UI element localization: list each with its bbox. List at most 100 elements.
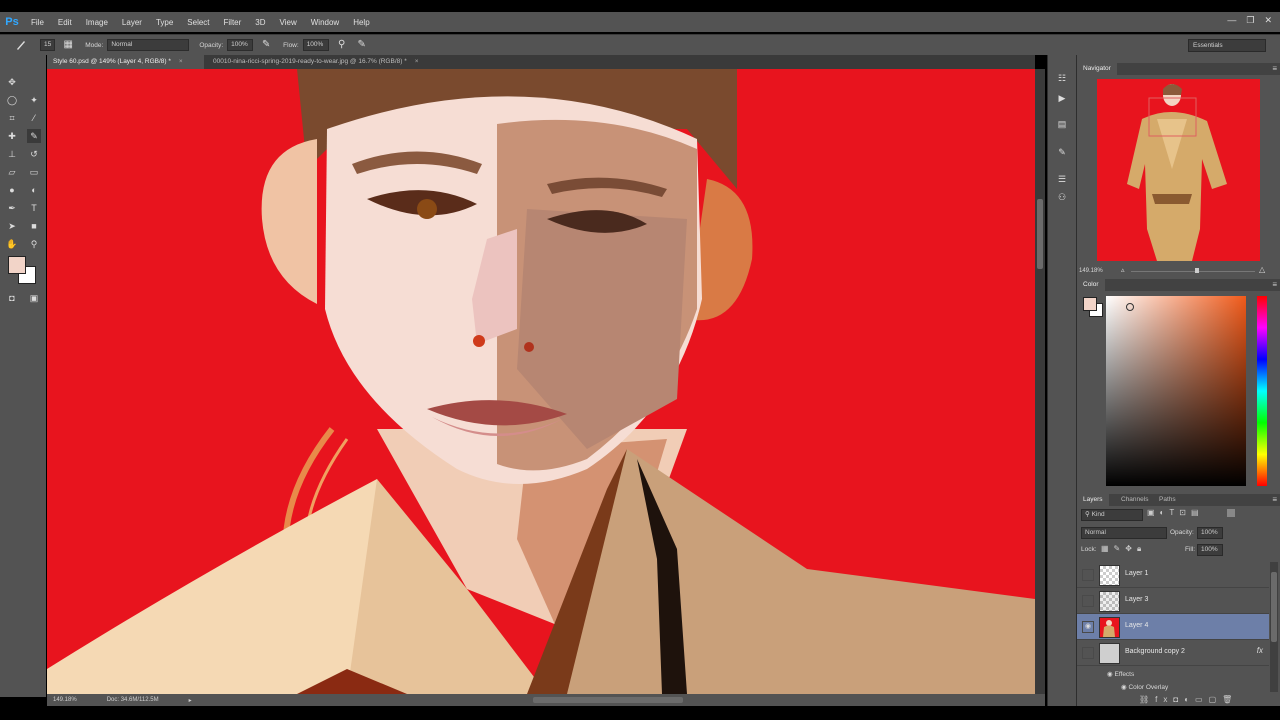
vertical-scroll-thumb[interactable] (1037, 199, 1043, 269)
brush-tool-icon[interactable] (14, 38, 28, 52)
foreground-color-swatch[interactable] (8, 256, 26, 274)
layers-scroll-thumb[interactable] (1271, 572, 1277, 642)
blur-tool-icon[interactable]: ● (5, 183, 19, 197)
eraser-tool-icon[interactable]: ▱ (5, 165, 19, 179)
gradient-tool-icon[interactable]: ▭ (27, 165, 41, 179)
menu-3d[interactable]: 3D (248, 18, 272, 27)
status-menu-arrow-icon[interactable]: ▸ (189, 697, 192, 704)
tab-paths[interactable]: Paths (1153, 494, 1182, 506)
menu-select[interactable]: Select (180, 18, 216, 27)
tab-style-60[interactable]: Style 60.psd @ 149% (Layer 4, RGB/8) * × (47, 55, 204, 69)
menu-window[interactable]: Window (304, 18, 346, 27)
menu-edit[interactable]: Edit (51, 18, 79, 27)
tab-reference-image[interactable]: 00010-nina-ricci-spring-2019-ready-to-we… (207, 55, 469, 69)
hand-tool-icon[interactable]: ✋ (5, 237, 19, 251)
brush-panel-icon[interactable]: ▦ (61, 38, 75, 52)
navigator-zoom-handle[interactable] (1195, 268, 1199, 273)
horizontal-scroll-thumb[interactable] (533, 697, 683, 703)
quick-mask-icon[interactable]: ◘ (5, 291, 19, 305)
tab-color[interactable]: Color (1077, 279, 1105, 291)
actions-panel-icon[interactable]: ▶ (1055, 91, 1069, 105)
healing-brush-tool-icon[interactable]: ✚ (5, 129, 19, 143)
color-overlay-row[interactable]: ◉ Color Overlay (1121, 683, 1168, 691)
restore-button[interactable]: ❐ (1246, 15, 1254, 26)
crop-tool-icon[interactable]: ⌗ (5, 111, 19, 125)
panel-menu-icon[interactable]: ≡ (1272, 63, 1277, 75)
visibility-toggle[interactable] (1082, 647, 1094, 659)
menu-layer[interactable]: Layer (115, 18, 149, 27)
menu-filter[interactable]: Filter (217, 18, 249, 27)
move-tool-icon[interactable]: ✥ (5, 75, 19, 89)
effects-row[interactable]: ◉ Effects (1107, 670, 1134, 678)
navigator-zoom-slider[interactable] (1131, 271, 1255, 272)
visibility-toggle[interactable] (1082, 595, 1094, 607)
tab-close-icon[interactable]: × (179, 58, 183, 65)
close-button[interactable]: ✕ (1264, 15, 1272, 26)
menu-view[interactable]: View (273, 18, 304, 27)
fill-field[interactable]: 100% (1197, 544, 1223, 556)
layer-row-layer-3[interactable]: Layer 3 (1077, 588, 1269, 614)
layer-row-layer-4[interactable]: ◉ Layer 4 (1077, 614, 1269, 640)
clone-source-panel-icon[interactable]: ⚇ (1055, 190, 1069, 204)
navigator-thumbnail[interactable] (1097, 79, 1260, 261)
zoom-in-icon[interactable]: △ (1259, 265, 1265, 274)
pressure-opacity-icon[interactable]: ✎ (259, 38, 273, 52)
color-foreground-swatch[interactable] (1083, 297, 1097, 311)
layer-filter-select[interactable]: ⚲ Kind (1081, 509, 1143, 521)
zoom-tool-icon[interactable]: ⚲ (27, 237, 41, 251)
filter-toggle-icon[interactable] (1227, 509, 1235, 517)
vertical-scrollbar[interactable] (1035, 69, 1045, 694)
airbrush-icon[interactable]: ⚲ (335, 38, 349, 52)
zoom-out-icon[interactable]: ▵ (1121, 266, 1125, 274)
type-tool-icon[interactable]: T (27, 201, 41, 215)
history-panel-icon[interactable]: ☷ (1055, 71, 1069, 85)
clone-stamp-tool-icon[interactable]: ⊥ (5, 147, 19, 161)
dodge-tool-icon[interactable]: ◐ (27, 183, 41, 197)
document-canvas[interactable] (47, 69, 1035, 694)
layer-row-layer-1[interactable]: Layer 1 (1077, 562, 1269, 588)
workspace-select[interactable]: Essentials (1188, 39, 1266, 52)
menu-image[interactable]: Image (79, 18, 115, 27)
layer-opacity-field[interactable]: 100% (1197, 527, 1223, 539)
lasso-tool-icon[interactable]: ◯ (5, 93, 19, 107)
eye-icon[interactable]: ◉ (1082, 621, 1094, 633)
tab-close-icon[interactable]: × (415, 58, 419, 65)
layers-scrollbar[interactable] (1270, 562, 1278, 692)
pen-tool-icon[interactable]: ✒ (5, 201, 19, 215)
minimize-button[interactable]: — (1227, 15, 1236, 26)
screen-mode-icon[interactable]: ▣ (27, 291, 41, 305)
hue-slider[interactable] (1257, 296, 1267, 486)
rectangle-tool-icon[interactable]: ■ (27, 219, 41, 233)
color-picker-field[interactable] (1106, 296, 1246, 486)
tab-layers[interactable]: Layers (1077, 494, 1109, 506)
eyedropper-tool-icon[interactable]: ⁄ (27, 111, 41, 125)
properties-panel-icon[interactable]: ▤ (1055, 117, 1069, 131)
tab-navigator[interactable]: Navigator (1077, 63, 1117, 75)
brush-presets-panel-icon[interactable]: ✎ (1055, 145, 1069, 159)
visibility-toggle[interactable] (1082, 569, 1094, 581)
color-picker-cursor[interactable] (1126, 303, 1134, 311)
blend-mode-select[interactable]: Normal (1081, 527, 1167, 539)
layers-footer-icons[interactable]: ⛓fx◘◐▭▢🗑︎ (1139, 695, 1238, 704)
zoom-level[interactable]: 149.18% (53, 697, 77, 703)
pressure-size-icon[interactable]: ✎ (355, 38, 369, 52)
history-brush-tool-icon[interactable]: ↺ (27, 147, 41, 161)
layer-row-background-copy-2[interactable]: Background copy 2 fx (1077, 640, 1269, 666)
lock-icons[interactable]: ▦✎✥🔒︎ (1101, 544, 1146, 554)
panel-menu-icon[interactable]: ≡ (1272, 279, 1277, 291)
adjustments-panel-icon[interactable]: ☰ (1055, 172, 1069, 186)
menu-type[interactable]: Type (149, 18, 180, 27)
navigator-zoom-value[interactable]: 149.18% (1079, 268, 1103, 274)
layer-fx-badge[interactable]: fx (1257, 646, 1263, 655)
tab-channels[interactable]: Channels (1115, 494, 1154, 506)
path-selection-tool-icon[interactable]: ➤ (5, 219, 19, 233)
opacity-field[interactable]: 100% (227, 39, 254, 51)
panel-menu-icon[interactable]: ≡ (1272, 494, 1277, 506)
layer-filter-icons[interactable]: ▣◐T⊡▤ (1147, 508, 1204, 517)
menu-help[interactable]: Help (346, 18, 376, 27)
brush-tool-icon[interactable]: ✎ (27, 129, 41, 143)
menu-file[interactable]: File (24, 18, 51, 27)
flow-field[interactable]: 100% (302, 39, 329, 51)
brush-size-picker[interactable]: 15 (40, 39, 56, 51)
mode-select[interactable]: Normal (107, 39, 190, 51)
